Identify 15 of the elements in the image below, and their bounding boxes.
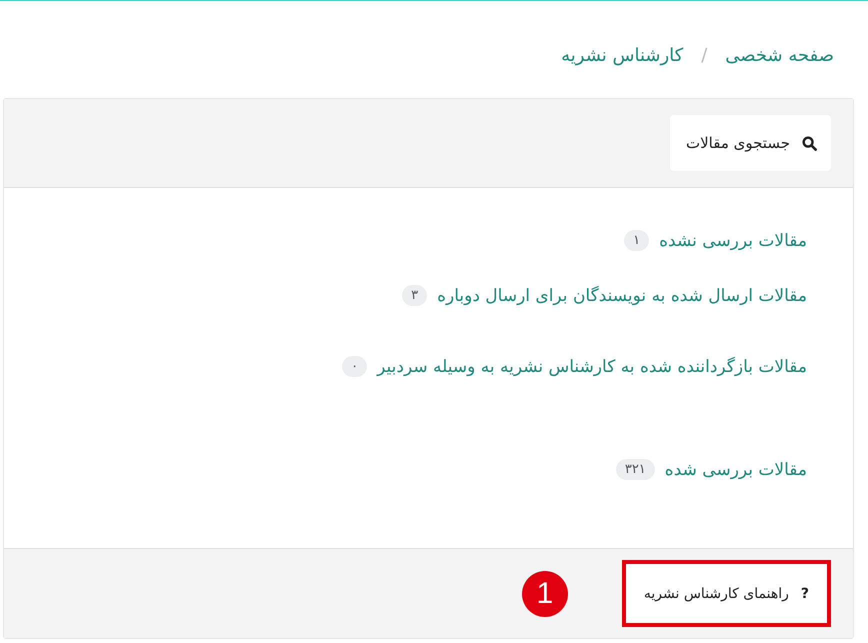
help-button[interactable]: ? راهنمای کارشناس نشریه: [622, 560, 831, 627]
breadcrumb-separator: /: [701, 45, 708, 66]
article-category-link[interactable]: مقالات بررسی نشده: [659, 230, 807, 250]
callout-badge: 1: [522, 570, 568, 616]
count-badge: ۱: [624, 230, 650, 251]
breadcrumb-link[interactable]: کارشناس نشریه: [561, 45, 684, 66]
count-badge: ۳: [402, 285, 428, 306]
article-category-link[interactable]: مقالات بررسی شده: [664, 460, 807, 480]
article-category-link[interactable]: مقالات بازگرداننده شده به کارشناس نشریه به وسیله سردبیر: [377, 356, 807, 376]
breadcrumb-link[interactable]: صفحه شخصی: [725, 45, 834, 66]
article-category-link[interactable]: مقالات ارسال شده به نویسندگان برای ارسال دوباره: [437, 286, 807, 306]
count-badge: ۳۲۱: [616, 459, 655, 480]
search-button[interactable]: جستجوی مقالات: [670, 115, 831, 171]
search-icon: [802, 136, 817, 150]
count-badge: ۰: [342, 356, 368, 377]
